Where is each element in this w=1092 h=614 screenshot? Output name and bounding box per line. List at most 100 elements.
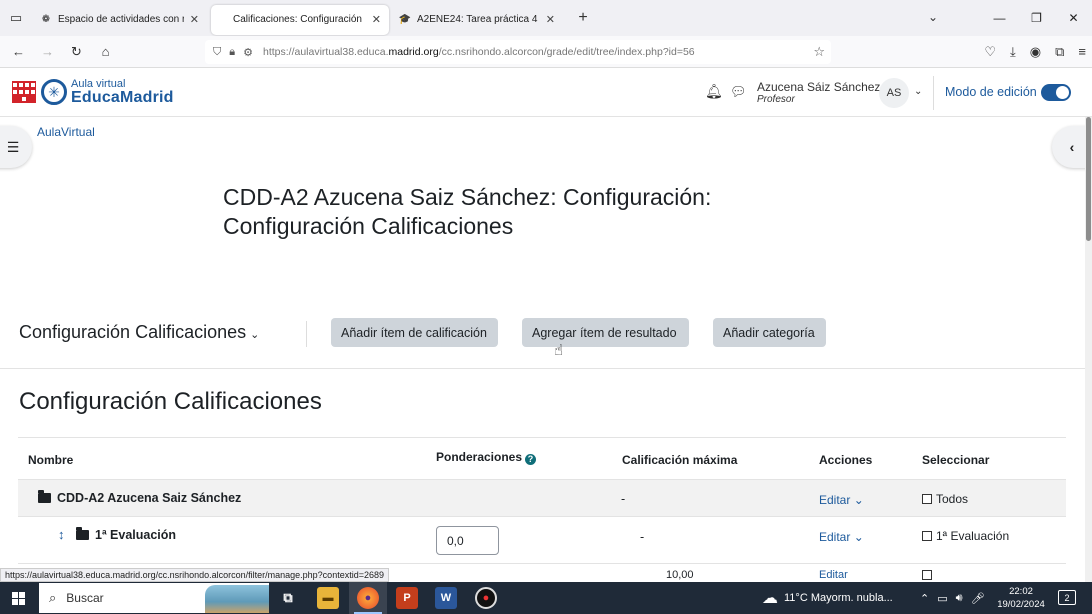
- forward-icon[interactable]: →: [33, 44, 62, 59]
- weight-input[interactable]: 0,0: [436, 526, 499, 555]
- tab-list-icon[interactable]: ▭: [0, 0, 32, 36]
- close-tab-icon[interactable]: ✕: [190, 13, 199, 26]
- chevron-down-icon[interactable]: ⌄: [928, 10, 938, 24]
- logo-big-text[interactable]: EducaMadrid: [71, 89, 174, 107]
- battery-icon[interactable]: ▭: [937, 592, 947, 605]
- educamadrid-logo-icon[interactable]: ✳: [41, 79, 67, 105]
- edit-menu-link[interactable]: Editar ⌄: [819, 493, 864, 507]
- avatar[interactable]: AS: [879, 78, 909, 108]
- course-index-drawer-button[interactable]: ☰: [0, 126, 32, 168]
- cloud-icon: ☁: [762, 590, 778, 607]
- category-name-text: CDD-A2 Azucena Saiz Sánchez: [57, 491, 242, 505]
- start-button[interactable]: [0, 582, 36, 614]
- menu-icon[interactable]: ≡: [1078, 44, 1086, 60]
- tab-title: Espacio de actividades con ritmo: [58, 14, 184, 25]
- url-bar[interactable]: ⛉ 🔒︎ ⚙ https://aulavirtual38.educa.madri…: [205, 40, 831, 64]
- url-path: /cc.nsrihondo.alcorcon/grade/edit/tree/i…: [438, 46, 695, 58]
- account-icon[interactable]: ◉: [1030, 44, 1041, 60]
- file-explorer-icon[interactable]: ▬: [317, 587, 339, 609]
- download-icon[interactable]: ⤓: [1010, 44, 1016, 60]
- add-category-button[interactable]: Añadir categoría: [713, 318, 826, 347]
- add-grade-item-button[interactable]: Añadir ítem de calificación: [331, 318, 498, 347]
- windows-logo-icon: [11, 591, 25, 605]
- breadcrumb[interactable]: AulaVirtual: [37, 125, 95, 139]
- hand-cursor-icon: ☝: [554, 342, 564, 359]
- volume-icon[interactable]: 🔊︎: [956, 592, 963, 605]
- user-name[interactable]: Azucena Sáiz Sánchez: [757, 80, 880, 94]
- browser-tab-3[interactable]: 🎓 A2ENE24: Tarea práctica 4 - Nivel ✕: [391, 5, 563, 35]
- home-icon[interactable]: ⌂: [91, 44, 120, 59]
- powerpoint-icon[interactable]: P: [396, 587, 418, 609]
- table-header: Nombre Ponderaciones? Calificación máxim…: [18, 438, 1066, 479]
- edit-mode-toggle[interactable]: [1041, 84, 1071, 101]
- page-title: CDD-A2 Azucena Saiz Sánchez: Configuraci…: [223, 184, 712, 239]
- browser-tab-2[interactable]: Calificaciones: Configuración ✕: [211, 4, 389, 35]
- clock-date: 19/02/2024: [997, 599, 1045, 610]
- taskbar-search[interactable]: ⌕ Buscar: [39, 583, 269, 613]
- back-icon[interactable]: ←: [4, 44, 33, 59]
- pocket-icon[interactable]: ♡: [984, 44, 996, 60]
- word-icon[interactable]: W: [435, 587, 457, 609]
- lock-icon: 🔒︎: [229, 45, 236, 58]
- chevron-down-icon: ⌄: [250, 329, 260, 341]
- checkbox-icon[interactable]: [922, 494, 932, 504]
- edit-menu-link[interactable]: Editar: [819, 569, 848, 581]
- selector-label: Configuración Calificaciones: [19, 322, 247, 342]
- notifications-bell-icon[interactable]: 🔔︎: [705, 83, 723, 100]
- select-all-checkbox[interactable]: Todos: [922, 492, 968, 506]
- new-tab-icon[interactable]: +: [571, 9, 595, 27]
- category-name: 1ª Evaluación: [76, 527, 176, 542]
- microphone-icon[interactable]: 🎤︎: [971, 592, 985, 605]
- reload-icon[interactable]: ↻: [62, 44, 91, 60]
- browser-tab-1[interactable]: ❁ Espacio de actividades con ritmo ✕: [32, 5, 207, 35]
- select-label: Todos: [936, 492, 969, 506]
- select-category-checkbox[interactable]: 1ª Evaluación: [922, 529, 1009, 543]
- max-grade-cell: -: [621, 492, 626, 506]
- browser-nav-bar: ← → ↻ ⌂ ⛉ 🔒︎ ⚙ https://aulavirtual38.edu…: [0, 36, 1092, 68]
- edit-menu-link[interactable]: Editar ⌄: [819, 530, 864, 544]
- checkbox-icon[interactable]: [922, 570, 932, 580]
- chevron-up-icon[interactable]: ⌃: [920, 592, 929, 605]
- toolbar-icons: ♡ ⤓ ◉ ⧉ ≡: [984, 44, 1086, 60]
- table-row: CDD-A2 Azucena Saiz Sánchez - Editar ⌄ T…: [18, 479, 1066, 516]
- windows-taskbar: ⌕ Buscar ⧉ ▬ ● P W ● ☁ 11°C Mayorm. nubl…: [0, 582, 1092, 614]
- firefox-icon[interactable]: ●: [357, 587, 379, 609]
- notification-center-icon[interactable]: 2: [1058, 590, 1076, 605]
- madrid-flag-logo[interactable]: [12, 81, 36, 103]
- task-view-icon[interactable]: ⧉: [277, 587, 299, 609]
- add-outcome-item-button[interactable]: Agregar ítem de resultado: [522, 318, 689, 347]
- checkbox-icon[interactable]: [922, 531, 932, 541]
- scrollbar-thumb[interactable]: [1086, 117, 1091, 241]
- edit-mode-label: Modo de edición: [945, 85, 1037, 99]
- grades-section-selector[interactable]: Configuración Calificaciones ⌄: [19, 322, 259, 343]
- bookmark-star-icon[interactable]: ☆: [813, 44, 825, 60]
- restore-icon[interactable]: ❐: [1018, 11, 1055, 25]
- help-icon[interactable]: ?: [525, 454, 537, 465]
- close-window-icon[interactable]: ✕: [1055, 11, 1092, 25]
- chevron-down-icon[interactable]: ⌄: [914, 86, 922, 97]
- divider: [306, 321, 307, 347]
- search-highlight-image: [205, 585, 269, 613]
- max-grade-cell: -: [640, 530, 645, 544]
- messages-icon[interactable]: 💬︎: [730, 84, 747, 100]
- url-prefix: https://aulavirtual38.educa.: [262, 46, 389, 58]
- obs-recorder-icon[interactable]: ●: [475, 587, 497, 609]
- system-clock[interactable]: 22:02 19/02/2024: [996, 585, 1046, 611]
- weather-widget[interactable]: ☁ 11°C Mayorm. nubla...: [762, 582, 893, 614]
- extensions-icon[interactable]: ⧉: [1055, 44, 1064, 60]
- table-row: ↕ 1ª Evaluación 0,0 - Editar ⌄ 1ª Evalua…: [18, 516, 1066, 563]
- search-placeholder: Buscar: [66, 591, 104, 605]
- window-controls: — ❐ ✕: [981, 0, 1092, 36]
- select-label: 1ª Evaluación: [936, 529, 1010, 543]
- minimize-icon[interactable]: —: [981, 11, 1018, 25]
- folder-icon: [38, 490, 51, 503]
- chevron-down-icon: ⌄: [853, 530, 864, 544]
- system-tray: ⌃ ▭ 🔊︎ 🎤︎: [920, 582, 985, 614]
- close-tab-icon[interactable]: ✕: [546, 13, 555, 26]
- close-tab-icon[interactable]: ✕: [372, 13, 381, 26]
- weather-text: 11°C Mayorm. nubla...: [784, 592, 893, 604]
- header-actions: Acciones: [819, 453, 873, 467]
- tertiary-navigation: Configuración Calificaciones ⌄ Añadir íte…: [0, 315, 1086, 369]
- move-icon[interactable]: ↕: [58, 527, 65, 542]
- graduation-cap-icon: 🎓: [398, 14, 412, 25]
